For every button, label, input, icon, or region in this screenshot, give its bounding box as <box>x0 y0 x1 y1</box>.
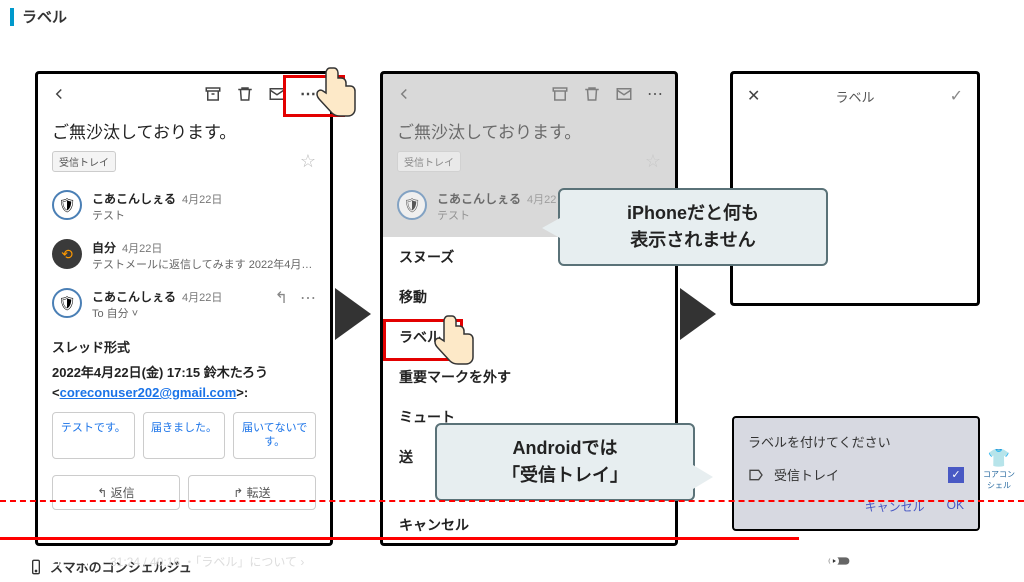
avatar-amazon-icon: ⟲ <box>52 239 82 269</box>
smart-reply-row: テストです。 届きました。 届いてないです。 <box>38 402 330 469</box>
thread-format-label: スレッド形式 <box>38 329 330 360</box>
volume-icon[interactable] <box>78 552 96 570</box>
sheet-title: ラベル <box>835 87 874 106</box>
checkbox-checked-icon[interactable]: ✓ <box>948 467 964 483</box>
annotation-line <box>0 500 1024 502</box>
menu-unmark-important[interactable]: 重要マークを外す <box>383 357 675 397</box>
android-label-dialog: ラベルを付けてください 受信トレイ ✓ キャンセル OK <box>732 416 980 531</box>
pointing-hand-icon <box>428 311 478 371</box>
settings-icon[interactable] <box>896 552 914 570</box>
close-icon[interactable]: ✕ <box>747 86 760 106</box>
confirm-icon[interactable]: ✓ <box>950 86 963 106</box>
video-time: 31:24 / 40:16 ・「ラベル」について › <box>110 553 304 570</box>
more-icon[interactable]: ⋯ <box>647 84 663 104</box>
play-icon[interactable] <box>14 552 32 570</box>
pointing-hand-icon <box>310 63 360 123</box>
email-subject: ご無沙汰しております。 <box>38 114 330 147</box>
thread-email: <coreconuser202@gmail.com>: <box>38 383 330 402</box>
video-controls: 31:24 / 40:16 ・「ラベル」について › <box>0 540 1024 582</box>
autoplay-toggle[interactable] <box>828 552 850 570</box>
mail-icon[interactable] <box>615 85 633 103</box>
page-title: ラベル <box>22 6 67 27</box>
inbox-chip: 受信トレイ <box>397 151 461 172</box>
email-link[interactable]: coreconuser202@gmail.com <box>60 385 237 400</box>
arrow-icon <box>680 288 716 340</box>
star-icon[interactable]: ☆ <box>300 151 316 172</box>
theater-icon[interactable] <box>960 552 978 570</box>
next-icon[interactable] <box>46 552 64 570</box>
smart-reply-chip[interactable]: 届きました。 <box>143 412 226 459</box>
callout-iphone: iPhoneだと何も 表示されません <box>558 188 828 266</box>
reply-icon[interactable]: ↰ <box>275 288 288 308</box>
fullscreen-icon[interactable] <box>992 552 1010 570</box>
menu-move[interactable]: 移動 <box>383 277 675 317</box>
dialog-title: ラベルを付けてください <box>748 432 964 451</box>
message-row[interactable]: 🛡 こあこんしぇる4月22日 To 自分 ˅ ↰⋯ <box>38 280 330 329</box>
more-icon[interactable]: ⋯ <box>300 288 316 308</box>
trash-icon[interactable] <box>583 85 601 103</box>
callout-android: Androidでは 「受信トレイ」 <box>435 423 695 501</box>
trash-icon[interactable] <box>236 85 254 103</box>
forward-button[interactable]: ↱ 転送 <box>188 475 316 510</box>
captions-icon[interactable] <box>864 552 882 570</box>
smart-reply-chip[interactable]: 届いてないです。 <box>233 412 316 459</box>
smart-reply-chip[interactable]: テストです。 <box>52 412 135 459</box>
archive-icon[interactable] <box>551 85 569 103</box>
archive-icon[interactable] <box>204 85 222 103</box>
avatar-shield-icon: 🛡 <box>397 190 427 220</box>
avatar-shield-icon: 🛡 <box>52 190 82 220</box>
dialog-checkbox-row[interactable]: 受信トレイ ✓ <box>748 465 964 484</box>
miniplayer-icon[interactable] <box>928 552 946 570</box>
email-subject: ご無沙汰しております。 <box>383 114 675 147</box>
back-icon[interactable] <box>395 85 413 103</box>
back-icon[interactable] <box>50 85 68 103</box>
avatar-shield-icon: 🛡 <box>52 288 82 318</box>
slide-header: ラベル <box>0 0 1024 33</box>
header-accent <box>10 8 14 26</box>
message-row[interactable]: ⟲ 自分4月22日 テストメールに返信してみます 2022年4月… <box>38 231 330 280</box>
star-icon: ☆ <box>645 151 661 172</box>
inbox-chip[interactable]: 受信トレイ <box>52 151 116 172</box>
label-outline-icon <box>748 467 764 483</box>
brand-badge-right: 👕 コアコンシェル <box>980 448 1018 491</box>
message-row[interactable]: 🛡 こあこんしぇる4月22日 テスト <box>38 182 330 231</box>
slide-content: ⋯ ご無沙汰しております。 受信トレイ ☆ 🛡 こあこんしぇる4月22日 テスト… <box>0 33 1024 543</box>
thread-timestamp: 2022年4月22日(金) 17:15 鈴木たろう <box>38 360 330 383</box>
reply-button[interactable]: ↰ 返信 <box>52 475 180 510</box>
action-row: ↰ 返信 ↱ 転送 <box>38 469 330 522</box>
arrow-icon <box>335 288 371 340</box>
phone-mockup-gmail: ⋯ ご無沙汰しております。 受信トレイ ☆ 🛡 こあこんしぇる4月22日 テスト… <box>35 71 333 546</box>
gmail-topbar: ⋯ <box>383 74 675 114</box>
